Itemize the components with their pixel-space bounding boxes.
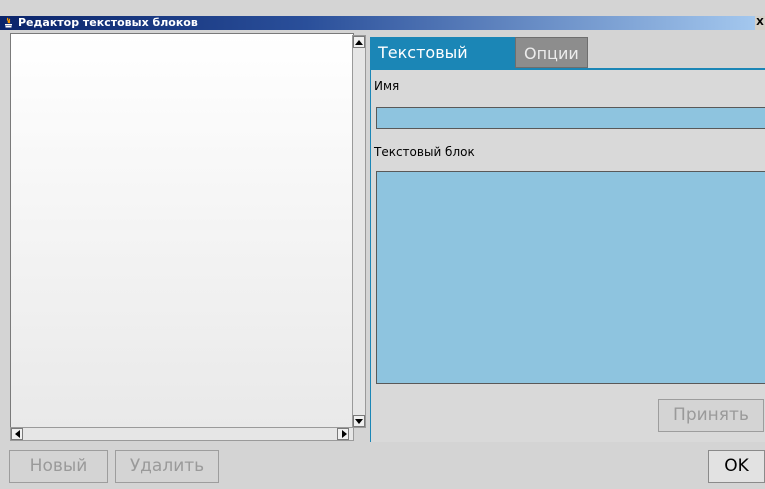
tab-text-block[interactable]: Текстовый блок xyxy=(370,37,515,93)
window-title: Редактор текстовых блоков xyxy=(18,16,198,29)
new-button[interactable]: Новый xyxy=(9,450,108,483)
ok-button[interactable]: OK xyxy=(708,450,765,483)
title-bar: Редактор текстовых блоков X xyxy=(0,16,765,30)
scroll-right-button[interactable] xyxy=(337,428,349,440)
java-icon xyxy=(5,17,12,28)
arrow-up-icon xyxy=(355,40,363,45)
tab-panel: Имя Текстовый блок Принять xyxy=(370,68,765,442)
arrow-down-icon xyxy=(355,419,363,424)
scroll-down-button[interactable] xyxy=(353,415,365,427)
scroll-left-button[interactable] xyxy=(11,428,23,440)
delete-button[interactable]: Удалить xyxy=(115,450,219,483)
arrow-right-icon xyxy=(342,430,347,438)
list-horizontal-scrollbar[interactable] xyxy=(10,427,354,441)
text-block-textarea[interactable] xyxy=(376,171,765,384)
list-vertical-scrollbar[interactable] xyxy=(352,35,366,428)
close-button[interactable]: X xyxy=(755,16,765,30)
arrow-left-icon xyxy=(15,430,20,438)
tab-options[interactable]: Опции xyxy=(515,37,588,68)
apply-button[interactable]: Принять xyxy=(658,399,764,432)
name-input[interactable] xyxy=(376,107,765,129)
scroll-up-button[interactable] xyxy=(353,36,365,48)
text-block-label: Текстовый блок xyxy=(374,145,475,159)
name-label: Имя xyxy=(374,79,400,93)
text-block-list[interactable] xyxy=(10,33,354,429)
